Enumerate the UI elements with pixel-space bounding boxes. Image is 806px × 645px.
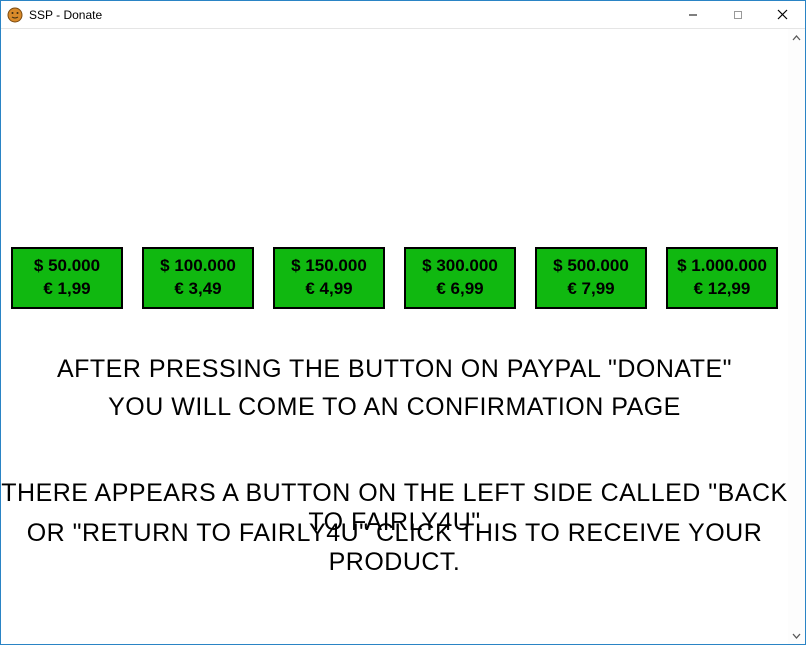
tier-dollar: $ 150.000 <box>291 255 367 278</box>
tier-dollar: $ 300.000 <box>422 255 498 278</box>
tier-euro: € 12,99 <box>694 278 751 301</box>
scroll-down-arrow[interactable] <box>788 627 805 644</box>
instructions-line-2: you will come to an confirmation page <box>1 393 788 422</box>
close-button[interactable] <box>760 1 805 29</box>
client-area: $ 50.000 € 1,99 $ 100.000 € 3,49 $ 150.0… <box>1 29 805 644</box>
tier-dollar: $ 1.000.000 <box>677 255 767 278</box>
instructions-line-1: After pressing the button on paypal "Don… <box>1 355 788 384</box>
tier-dollar: $ 500.000 <box>553 255 629 278</box>
tier-button-5[interactable]: $ 500.000 € 7,99 <box>535 247 647 309</box>
page-content: $ 50.000 € 1,99 $ 100.000 € 3,49 $ 150.0… <box>1 29 788 644</box>
minimize-button[interactable] <box>670 1 715 29</box>
maximize-button[interactable] <box>715 1 760 29</box>
instructions-line-4: or "Return to Fairly4u" click this to re… <box>1 519 788 577</box>
donation-tiers-row: $ 50.000 € 1,99 $ 100.000 € 3,49 $ 150.0… <box>11 247 778 309</box>
tier-euro: € 7,99 <box>567 278 614 301</box>
window-title: SSP - Donate <box>29 8 102 22</box>
tier-button-1[interactable]: $ 50.000 € 1,99 <box>11 247 123 309</box>
scroll-up-arrow[interactable] <box>788 29 805 46</box>
tier-euro: € 1,99 <box>43 278 90 301</box>
tier-euro: € 4,99 <box>305 278 352 301</box>
tier-euro: € 6,99 <box>436 278 483 301</box>
vertical-scrollbar[interactable] <box>788 29 805 644</box>
app-window: SSP - Donate $ 50.000 € 1,99 <box>0 0 806 645</box>
tier-button-2[interactable]: $ 100.000 € 3,49 <box>142 247 254 309</box>
app-icon <box>7 7 23 23</box>
titlebar[interactable]: SSP - Donate <box>1 1 805 29</box>
tier-button-6[interactable]: $ 1.000.000 € 12,99 <box>666 247 778 309</box>
tier-euro: € 3,49 <box>174 278 221 301</box>
tier-dollar: $ 100.000 <box>160 255 236 278</box>
tier-dollar: $ 50.000 <box>34 255 100 278</box>
tier-button-3[interactable]: $ 150.000 € 4,99 <box>273 247 385 309</box>
tier-button-4[interactable]: $ 300.000 € 6,99 <box>404 247 516 309</box>
